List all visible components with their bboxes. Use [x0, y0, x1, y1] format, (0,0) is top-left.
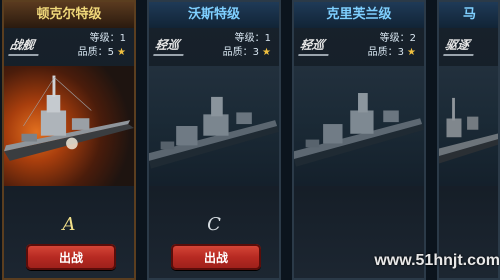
quality-value: 3 — [252, 47, 260, 58]
destroyer-class-badge: 驱逐 — [443, 36, 477, 56]
ship-card-dunkerque[interactable]: 顿克尔特级 战舰 等级：1 品质：5 ★ A 出战 — [2, 0, 136, 280]
quality-row: 品质：5 ★ — [77, 47, 126, 58]
ship-card-worcester[interactable]: 沃斯特级 轻巡 等级：1 品质：3 ★ C 出战 — [147, 0, 281, 280]
ship-name: 沃斯特级 — [187, 7, 240, 22]
level-value: 2 — [409, 33, 416, 44]
quality-value: 3 — [397, 47, 405, 58]
light-cruiser-class-badge: 轻巡 — [153, 36, 187, 56]
battleship-image — [4, 75, 134, 161]
star-icon: ★ — [262, 47, 271, 58]
deploy-button[interactable]: 出战 — [26, 244, 116, 270]
ship-artwork — [294, 66, 424, 186]
deploy-button[interactable]: 出战 — [171, 244, 261, 270]
level-row: 等级：2 — [379, 33, 416, 44]
ship-stats: 等级：1 品质：5 ★ — [78, 32, 126, 60]
ship-artwork — [4, 66, 134, 186]
watermark-text: www.51hnjt.com — [374, 252, 500, 269]
quality-value: 5 — [107, 47, 115, 58]
cruiser-image — [149, 96, 279, 169]
ship-name: 马 — [463, 7, 477, 22]
cruiser-image — [294, 93, 424, 167]
battleship-class-badge: 战舰 — [8, 36, 42, 56]
quality-row: 品质：3 ★ — [222, 47, 271, 58]
destroyer-image — [439, 97, 498, 164]
ship-card-partial[interactable]: 马 驱逐 — [437, 0, 500, 280]
ship-card-cleveland[interactable]: 克里芙兰级 轻巡 等级：2 品质：3 ★ — [292, 0, 426, 280]
light-cruiser-class-badge: 轻巡 — [298, 36, 332, 56]
ship-name-bar: 克里芙兰级 — [294, 2, 424, 28]
ship-grade: C — [207, 214, 221, 235]
level-value: 1 — [264, 33, 271, 44]
ship-stats: 等级：1 品质：3 ★ — [223, 32, 271, 60]
star-icon: ★ — [407, 47, 416, 58]
ship-stats: 等级：2 品质：3 ★ — [368, 32, 416, 60]
ship-grade: A — [62, 214, 76, 235]
quality-row: 品质：3 ★ — [367, 47, 416, 58]
ship-artwork — [149, 66, 279, 186]
ship-name-bar: 沃斯特级 — [149, 2, 279, 28]
level-row: 等级：1 — [89, 33, 126, 44]
level-value: 1 — [119, 33, 126, 44]
ship-name: 克里芙兰级 — [326, 7, 392, 22]
level-row: 等级：1 — [234, 33, 271, 44]
star-icon: ★ — [117, 47, 126, 58]
ship-name-bar: 顿克尔特级 — [4, 2, 134, 28]
ship-name: 顿克尔特级 — [36, 7, 102, 22]
ship-artwork — [439, 66, 498, 186]
ship-name-bar: 马 — [439, 2, 498, 28]
